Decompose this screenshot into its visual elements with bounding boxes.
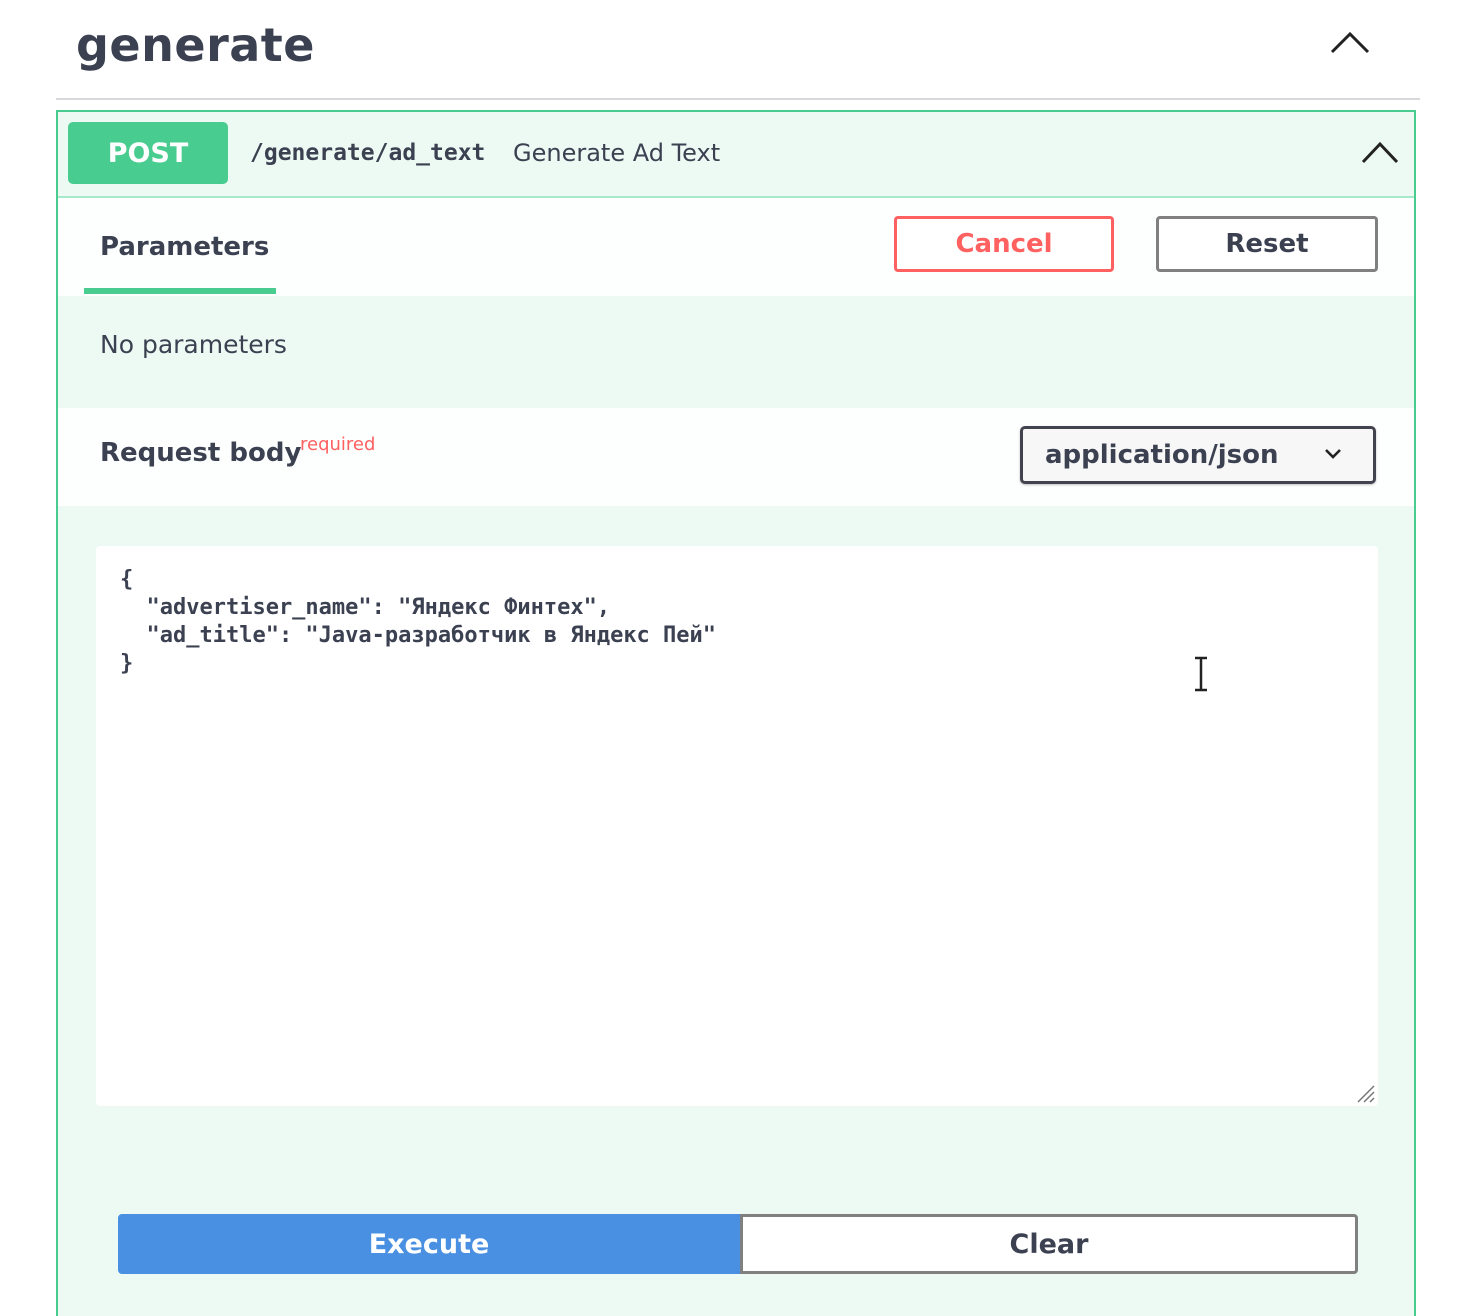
chevron-up-icon[interactable]	[1360, 138, 1400, 166]
request-body-textarea[interactable]: { "advertiser_name": "Яндекс Финтех", "a…	[96, 546, 1378, 1106]
tab-parameters[interactable]: Parameters	[100, 232, 269, 262]
no-parameters-text: No parameters	[100, 330, 287, 359]
request-body-title: Request body	[100, 438, 302, 468]
operation-summary-text: Generate Ad Text	[513, 139, 721, 167]
operation-block: POST /generate/ad_text Generate Ad Text …	[56, 110, 1416, 1316]
chevron-down-icon	[1325, 449, 1341, 459]
text-cursor-icon	[1195, 656, 1207, 692]
content-type-value: application/json	[1045, 440, 1279, 470]
clear-button[interactable]: Clear	[740, 1214, 1358, 1274]
operation-path: /generate/ad_text	[250, 140, 486, 166]
cancel-button[interactable]: Cancel	[894, 216, 1114, 272]
required-badge: required	[300, 434, 376, 455]
chevron-up-icon[interactable]	[1328, 28, 1372, 58]
tag-title: generate	[76, 18, 315, 72]
swagger-page: generate POST /generate/ad_text Generate…	[0, 0, 1472, 1316]
tag-section-header[interactable]: generate	[56, 0, 1420, 100]
http-method-badge: POST	[68, 122, 228, 184]
content-type-select[interactable]: application/json	[1020, 426, 1376, 484]
execute-button[interactable]: Execute	[118, 1214, 740, 1274]
resize-handle-icon[interactable]	[1354, 1082, 1376, 1104]
reset-button[interactable]: Reset	[1156, 216, 1378, 272]
active-tab-indicator	[84, 288, 276, 294]
operation-summary[interactable]: POST /generate/ad_text Generate Ad Text	[58, 112, 1414, 198]
